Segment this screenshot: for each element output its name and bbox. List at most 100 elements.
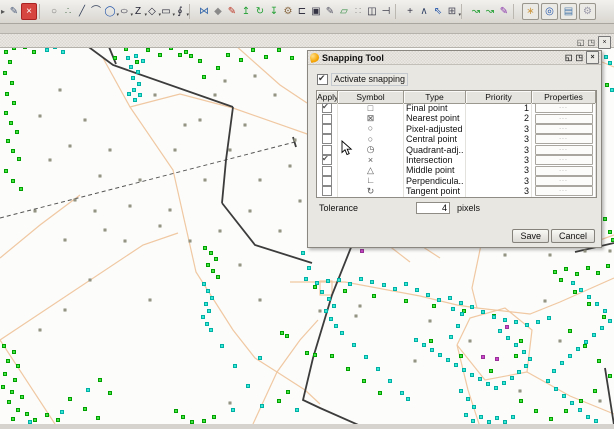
purple-pencil-tool-icon: ✎ (500, 7, 508, 17)
properties-button[interactable]: ... (535, 155, 593, 165)
stretch-rectangle-tool-button[interactable]: ▣ (309, 4, 323, 19)
view-window-titlebar[interactable] (0, 33, 614, 48)
wrench-tool-button[interactable]: ⚙ (281, 4, 295, 19)
activate-snapping-checkbox[interactable] (317, 74, 328, 85)
save-button[interactable]: Save (512, 229, 549, 243)
ink-pencil-tool-button[interactable]: ✎ (323, 4, 337, 19)
apply-checkbox[interactable] (322, 114, 332, 124)
edit-vertex-tool-icon: ⇖ (434, 7, 442, 17)
cancel-button[interactable]: Cancel (551, 229, 595, 243)
rotate-tool-button[interactable]: ↻ (253, 4, 267, 19)
selection-matrix-tool-button[interactable]: ∷ (351, 4, 365, 19)
apply-checkbox[interactable] (322, 186, 332, 196)
cross-tool-button[interactable]: + (403, 4, 417, 19)
document-preview-tool-button[interactable]: ◎ (541, 3, 558, 20)
priority-value[interactable]: 3 (466, 134, 532, 144)
snap-type-label[interactable]: Middle point (404, 165, 466, 175)
join-lines-tool-button[interactable]: ⊣ (379, 4, 393, 19)
snap-type-label[interactable]: Perpendicula.. (404, 176, 466, 186)
priority-value[interactable]: 3 (466, 124, 532, 134)
dialog-restore-icon[interactable]: ◳ (575, 54, 583, 62)
apply-checkbox[interactable] (322, 124, 332, 134)
rectangle-tool-button[interactable]: ▭▾ (159, 4, 173, 19)
stamp-tool-button[interactable]: ◆ (211, 4, 225, 19)
snap-type-label[interactable]: Central point (404, 134, 466, 144)
priority-value[interactable]: 3 (466, 176, 532, 186)
copy-features-tool-button[interactable]: ▱ (337, 4, 351, 19)
settings-tool-button[interactable]: ⚙ (579, 3, 596, 20)
flatten-rectangle-tool-button[interactable]: ⊏ (295, 4, 309, 19)
dropdown-arrow-icon[interactable]: ▾ (186, 12, 189, 18)
point-tool-button[interactable]: ○ (47, 4, 61, 19)
dialog-restore-down-icon[interactable]: ◱ (565, 54, 573, 62)
ellipse-tool-button[interactable]: ○▾ (117, 4, 131, 19)
polyline-tool-button[interactable]: Z▾ (131, 4, 145, 19)
apply-checkbox[interactable] (322, 134, 332, 144)
priority-value[interactable]: 3 (466, 145, 532, 155)
apply-checkbox[interactable] (322, 176, 332, 186)
apply-checkbox[interactable] (322, 145, 332, 155)
ink-pencil-tool-icon: ✎ (326, 7, 334, 17)
document-preview-tool-icon: ◎ (545, 7, 554, 17)
priority-value[interactable]: 3 (466, 165, 532, 175)
view-close-icon[interactable]: × (598, 36, 611, 49)
split-view-tool-icon: ◫ (367, 7, 376, 17)
properties-button[interactable]: ... (535, 166, 593, 176)
dialog-titlebar[interactable]: Snapping Tool ◱ ◳ × (308, 51, 601, 65)
clear-selection-tool-button[interactable]: × (21, 3, 37, 20)
snapping-tool-button[interactable]: ∗ (522, 3, 539, 20)
simplify-tool-button[interactable]: ↝ (483, 4, 497, 19)
snap-type-label[interactable]: Tangent point (404, 186, 466, 196)
move-up-tool-icon: ↥ (242, 7, 250, 17)
priority-value[interactable]: 3 (466, 186, 532, 196)
properties-button[interactable]: ... (535, 145, 593, 155)
vertex-tool-button[interactable]: ∧ (417, 4, 431, 19)
arc-tool-button[interactable]: ⌒ (89, 4, 103, 19)
snap-type-label[interactable]: Pixel-adjusted (404, 124, 466, 134)
symmetry-tool-button[interactable]: ⋈ (197, 4, 211, 19)
snap-type-label[interactable]: Nearest point (404, 113, 466, 123)
spline-tool-button[interactable]: ∮▾ (173, 4, 187, 19)
flatten-rectangle-tool-icon: ⊏ (298, 7, 306, 17)
properties-button[interactable]: ... (535, 114, 593, 124)
line-tool-icon: ╱ (79, 7, 85, 17)
properties-button[interactable]: ... (535, 124, 593, 134)
properties-button[interactable]: ... (535, 176, 593, 186)
table-view-tool-button[interactable]: ▤ (560, 3, 577, 20)
apply-checkbox[interactable] (322, 155, 332, 165)
view-restore-down-icon[interactable]: ◱ (577, 39, 585, 47)
apply-checkbox[interactable] (322, 103, 332, 113)
multipoint-tool-button[interactable]: ∴ (61, 4, 75, 19)
edit-vertex-tool-button[interactable]: ⇖ (431, 4, 445, 19)
purple-pencil-tool-button[interactable]: ✎ (497, 4, 511, 19)
snap-symbol-icon: ⊠ (367, 114, 375, 123)
priority-value[interactable]: 3 (466, 155, 532, 165)
properties-button[interactable]: ... (535, 134, 593, 144)
move-up-tool-button[interactable]: ↥ (239, 4, 253, 19)
polygon-tool-icon: ◇ (148, 7, 156, 17)
line-tool-button[interactable]: ╱ (75, 4, 89, 19)
apply-checkbox[interactable] (322, 166, 332, 176)
selection-edit-tool-button[interactable]: ✎ (7, 4, 21, 19)
dialog-close-icon[interactable]: × (586, 51, 599, 64)
activate-snapping-label[interactable]: Activate snapping (331, 73, 408, 86)
tolerance-input[interactable] (416, 202, 450, 214)
view-restore-icon[interactable]: ◳ (587, 39, 595, 47)
snap-type-label[interactable]: Final point (404, 103, 466, 113)
dropdown-arrow-icon[interactable]: ▾ (458, 12, 461, 18)
move-down-tool-button[interactable]: ↧ (267, 4, 281, 19)
properties-button[interactable]: ... (535, 186, 593, 196)
polygon-tool-button[interactable]: ◇▾ (145, 4, 159, 19)
red-pencil-tool-button[interactable]: ✎ (225, 4, 239, 19)
snap-type-label[interactable]: Quadrant-adj.. (404, 145, 466, 155)
split-view-tool-button[interactable]: ◫ (365, 4, 379, 19)
table-row: △Middle point3... (317, 165, 596, 175)
join-lines-tool-icon: ⊣ (382, 7, 391, 17)
explode-tool-button[interactable]: ↝ (469, 4, 483, 19)
priority-value[interactable]: 1 (466, 103, 532, 113)
circle-tool-button[interactable]: ◯▾ (103, 4, 117, 19)
priority-value[interactable]: 2 (466, 113, 532, 123)
properties-button[interactable]: ... (535, 103, 593, 113)
snap-type-label[interactable]: Intersection (404, 155, 466, 165)
matrix-tool-button[interactable]: ⊞▾ (445, 4, 459, 19)
